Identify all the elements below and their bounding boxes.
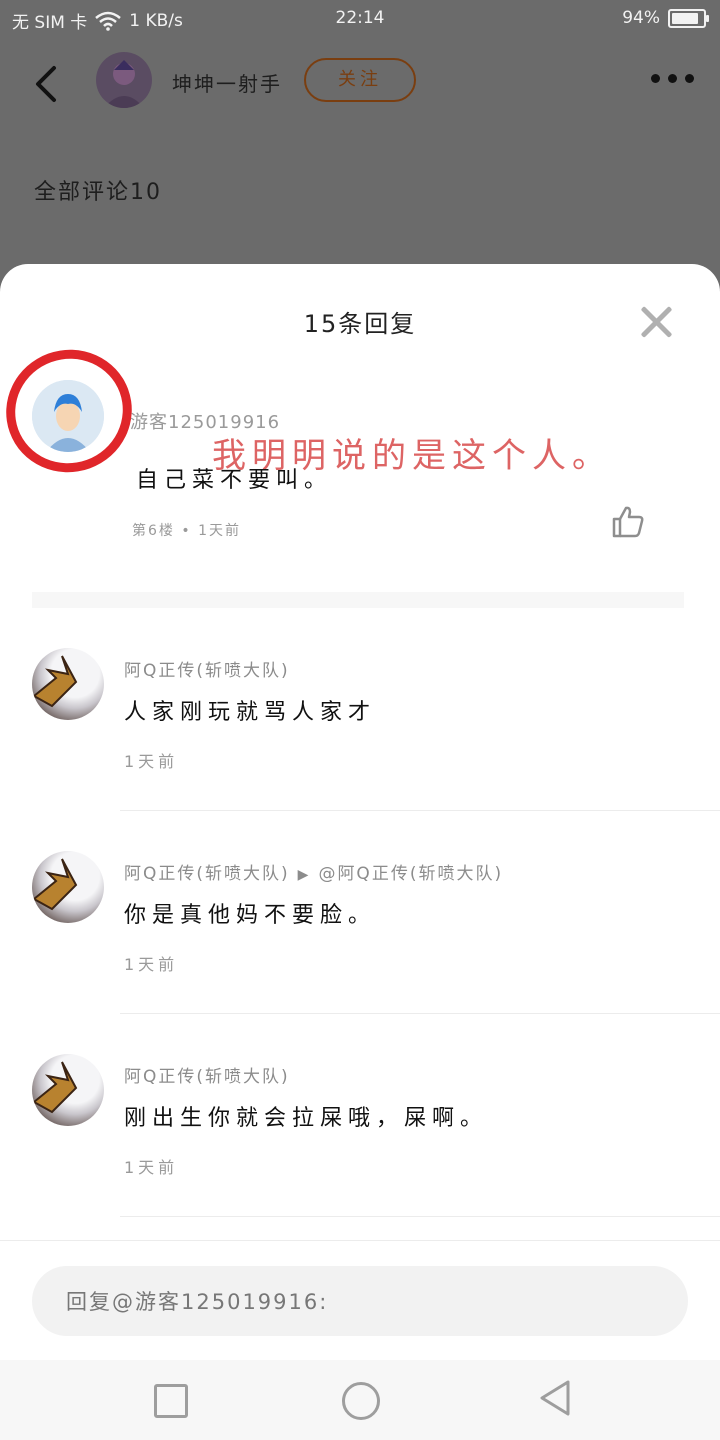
- reply-sheet: 15条回复 游客125019916 我明明说的是这个人。 自己菜不要叫。 第6楼…: [0, 264, 720, 1440]
- reply-username[interactable]: 阿Q正传(斩喷大队) ▶ @阿Q正传(斩喷大队): [124, 859, 503, 884]
- avatar-image: [32, 655, 78, 708]
- battery-fill: [672, 12, 698, 24]
- reply-input-placeholder: 回复@游客125019916:: [66, 1290, 329, 1314]
- reply-avatar[interactable]: [32, 648, 104, 720]
- reply-input[interactable]: 回复@游客125019916:: [32, 1266, 688, 1336]
- follow-button[interactable]: 关注: [304, 58, 416, 102]
- reply-time: 1天前: [124, 752, 179, 771]
- avatar-image: [32, 1061, 78, 1114]
- reply-text: 你是真他妈不要脸。: [124, 903, 377, 928]
- status-right: 94%: [622, 8, 709, 28]
- clock: 22:14: [335, 8, 385, 28]
- red-circle-annotation: [0, 332, 150, 490]
- more-dots-icon[interactable]: [651, 74, 694, 83]
- divider: [120, 1216, 720, 1217]
- reply-username-text[interactable]: 阿Q正传(斩喷大队): [124, 661, 290, 681]
- sheet-title: 15条回复: [303, 310, 417, 338]
- back-triangle-icon[interactable]: [536, 1378, 576, 1418]
- reply-username-text[interactable]: 阿Q正传(斩喷大队): [124, 1067, 290, 1087]
- dot: [668, 74, 677, 83]
- reply-username-text[interactable]: 阿Q正传(斩喷大队): [124, 864, 290, 884]
- dot: [685, 74, 694, 83]
- reply-item: 阿Q正传(斩喷大队) ▶ @阿Q正传(斩喷大队) 你是真他妈不要脸。 1天前: [0, 851, 720, 1054]
- reply-avatar[interactable]: [32, 1054, 104, 1126]
- reply-username[interactable]: 阿Q正传(斩喷大队): [124, 1062, 290, 1087]
- reply-time: 1天前: [124, 955, 179, 974]
- author-avatar[interactable]: [96, 52, 152, 108]
- battery-icon: [668, 8, 709, 28]
- system-nav-bar: [0, 1360, 720, 1440]
- recents-button[interactable]: [154, 1384, 188, 1418]
- reply-username[interactable]: 阿Q正传(斩喷大队): [124, 656, 290, 681]
- divider: [0, 1240, 720, 1241]
- chevron-left-icon[interactable]: [30, 64, 66, 104]
- avatar-image: [32, 858, 78, 911]
- play-arrow-icon: ▶: [297, 867, 311, 883]
- reply-item: 阿Q正传(斩喷大队) 人家刚玩就骂人家才 1天前: [0, 648, 720, 851]
- author-username[interactable]: 坤坤一射手: [172, 68, 282, 97]
- divider: [120, 1013, 720, 1014]
- all-comments-title: 全部评论10: [34, 180, 162, 205]
- status-bar: 无 SIM 卡 1 KB/s 22:14 94%: [0, 0, 720, 36]
- reply-text: 人家刚玩就骂人家才: [124, 700, 377, 725]
- avatar-image: [104, 60, 144, 108]
- reply-avatar[interactable]: [32, 851, 104, 923]
- battery-percent: 94%: [622, 8, 660, 28]
- close-icon[interactable]: [638, 304, 674, 340]
- main-comment: 游客125019916 我明明说的是这个人。 自己菜不要叫。 第6楼 • 1天前: [0, 332, 720, 564]
- reply-text: 刚出生你就会拉屎哦，屎啊。: [124, 1106, 489, 1131]
- home-button[interactable]: [342, 1382, 380, 1420]
- comment-text: 自己菜不要叫。: [136, 468, 333, 493]
- dot: [651, 74, 660, 83]
- divider: [120, 810, 720, 811]
- comment-meta: 第6楼 • 1天前: [132, 523, 241, 539]
- reply-item: 阿Q正传(斩喷大队) 刚出生你就会拉屎哦，屎啊。 1天前: [0, 1054, 720, 1257]
- post-header: 坤坤一射手 关注: [0, 40, 720, 130]
- thumbs-up-icon[interactable]: [610, 504, 646, 540]
- reply-to-username[interactable]: @阿Q正传(斩喷大队): [318, 864, 503, 884]
- section-divider: [32, 592, 684, 608]
- reply-time: 1天前: [124, 1158, 179, 1177]
